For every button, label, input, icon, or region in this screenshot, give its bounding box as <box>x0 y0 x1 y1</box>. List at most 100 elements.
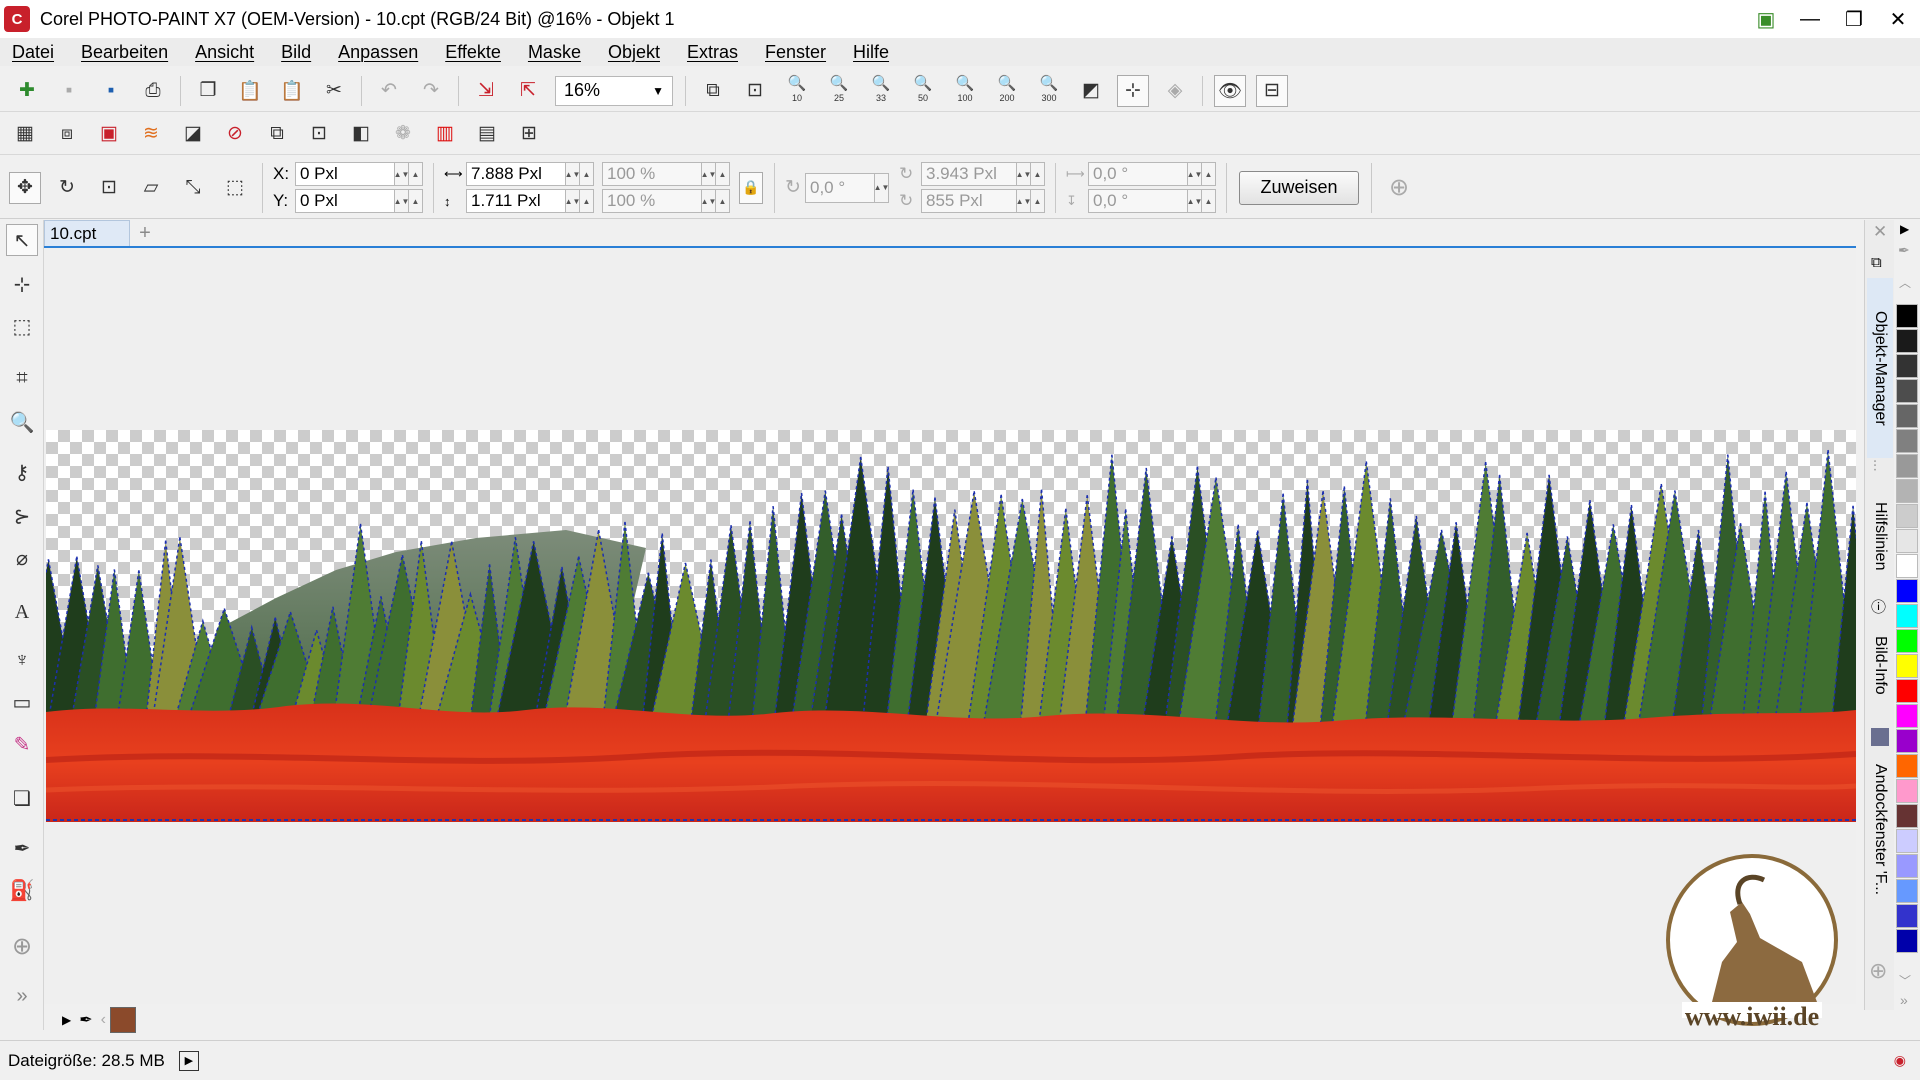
center-y-spinner[interactable]: ▲▼ <box>1016 189 1031 213</box>
palette-swatch[interactable] <box>1896 529 1918 553</box>
zoom-100-icon[interactable]: 🔍 100 <box>949 75 981 107</box>
expand-palette-icon[interactable]: » <box>1900 992 1908 1008</box>
docker-tab-hilfslinien[interactable]: Hilfslinien <box>1867 482 1893 590</box>
rotate-icon[interactable]: ↻ <box>51 172 83 204</box>
palette-swatch[interactable] <box>1896 579 1918 603</box>
palette-swatch[interactable] <box>1896 404 1918 428</box>
zoom-tool-icon[interactable]: 🔍 <box>6 406 38 438</box>
object-properties-icon[interactable]: ▤ <box>471 118 503 150</box>
mask-transform-tool-icon[interactable]: ⊹ <box>6 268 38 300</box>
palette-swatch[interactable] <box>1896 604 1918 628</box>
skew-v-spinner-up[interactable]: ▲ <box>1202 189 1216 213</box>
scale-height-input[interactable]: 100 % <box>602 189 702 213</box>
crop-tool-icon[interactable]: ⌗ <box>6 362 38 394</box>
palette-swatch[interactable] <box>1896 879 1918 903</box>
rectangle-tool-icon[interactable]: ▭ <box>6 686 38 718</box>
invert-mask-icon[interactable]: ◪ <box>177 118 209 150</box>
red-eye-tool-icon[interactable]: ⚷ <box>6 456 38 488</box>
perspective-icon[interactable]: ⬚ <box>219 172 251 204</box>
mask-transform-icon[interactable]: ⧈ <box>51 118 83 150</box>
menu-anpassen[interactable]: Anpassen <box>338 42 418 63</box>
palette-swatch[interactable] <box>1896 629 1918 653</box>
mask-layer-icon[interactable]: ≋ <box>135 118 167 150</box>
align-icon[interactable]: ⊞ <box>513 118 545 150</box>
palette-swatch[interactable] <box>1896 654 1918 678</box>
brush-tool-icon[interactable]: ♆ <box>6 644 38 676</box>
show-mask-icon[interactable]: 👁 <box>1214 74 1246 107</box>
palette-swatch[interactable] <box>1896 429 1918 453</box>
center-x-spinner[interactable]: ▲▼ <box>1016 162 1031 186</box>
status-play-icon[interactable]: ▶ <box>178 1050 199 1071</box>
palette-swatch[interactable] <box>1896 379 1918 403</box>
smear-tool-icon[interactable]: ⊱ <box>6 500 38 532</box>
eraser-tool-icon[interactable]: ⌀ <box>6 542 38 574</box>
print-icon[interactable]: ⎙ <box>137 75 169 107</box>
histogram-icon[interactable]: ◩ <box>1075 75 1107 107</box>
width-spinner-up[interactable]: ▲ <box>580 162 594 186</box>
docker-tab-andockfenster[interactable]: Andockfenster 'F... <box>1867 750 1893 910</box>
height-input[interactable]: 1.711 Pxl <box>466 189 566 213</box>
palette-swatch[interactable] <box>1896 679 1918 703</box>
color-balance-icon[interactable]: ▥ <box>429 118 461 150</box>
zoom-200-icon[interactable]: 🔍 200 <box>991 75 1023 107</box>
rectangle-mask-tool-icon[interactable]: ⬚ <box>6 310 38 342</box>
marquee-visible-icon[interactable]: ⊹ <box>1117 74 1149 107</box>
palette-swatch[interactable] <box>1896 729 1918 753</box>
width-input[interactable]: 7.888 Pxl <box>466 162 566 186</box>
scroll-down-icon[interactable]: ﹀ <box>1899 972 1911 989</box>
center-x-spinner-up[interactable]: ▲ <box>1031 162 1045 186</box>
document-tab[interactable]: 10.cpt <box>44 220 130 246</box>
undo-icon[interactable]: ↶ <box>373 75 405 107</box>
import-icon[interactable]: ⇲ <box>470 75 502 107</box>
menu-ansicht[interactable]: Ansicht <box>195 42 254 63</box>
x-spinner-up[interactable]: ▲ <box>409 162 423 186</box>
eyedropper-icon[interactable]: ✒ <box>79 1010 92 1030</box>
palette-swatch[interactable] <box>1896 329 1918 353</box>
eyedropper-palette-icon[interactable]: ✒ <box>1898 242 1910 259</box>
zoom-fit-icon[interactable]: ⊡ <box>739 75 771 107</box>
mask-color-icon[interactable]: ▣ <box>93 118 125 150</box>
show-object-icon[interactable]: ⊟ <box>1256 74 1288 107</box>
skew-h-input[interactable]: 0,0 ° <box>1088 162 1188 186</box>
pick-tool-icon[interactable]: ↖ <box>6 224 38 256</box>
center-y-input[interactable]: 855 Pxl <box>921 189 1017 213</box>
assign-button[interactable]: Zuweisen <box>1239 170 1359 205</box>
palette-swatch[interactable] <box>1896 704 1918 728</box>
copy-icon[interactable]: ❐ <box>192 75 224 107</box>
height-spinner-up[interactable]: ▲ <box>580 189 594 213</box>
crop-mask-icon[interactable]: ⊡ <box>303 118 335 150</box>
zoom-50-icon[interactable]: 🔍 50 <box>907 75 939 107</box>
add-docker-icon[interactable]: ⊕ <box>1869 958 1887 984</box>
redo-icon[interactable]: ↷ <box>415 75 447 107</box>
zoom-10-icon[interactable]: 🔍 10 <box>781 75 813 107</box>
scale-icon[interactable]: ⊡ <box>93 172 125 204</box>
play-icon[interactable]: ▶ <box>62 1013 71 1027</box>
rotation-input[interactable]: 0,0 ° <box>805 172 875 203</box>
y-spinner-up[interactable]: ▲ <box>409 189 423 213</box>
paste-icon[interactable]: 📋 <box>234 75 266 107</box>
palette-swatch[interactable] <box>1896 754 1918 778</box>
y-spinner[interactable]: ▲▼ <box>394 189 409 213</box>
y-position-input[interactable]: 0 Pxl <box>295 189 395 213</box>
height-spinner[interactable]: ▲▼ <box>565 189 580 213</box>
minimize-button[interactable]: — <box>1788 0 1832 38</box>
object-mask-icon[interactable]: ⧉ <box>261 118 293 150</box>
menu-extras[interactable]: Extras <box>687 42 738 63</box>
zoom-to-window-icon[interactable]: ⧉ <box>697 75 729 107</box>
zoom-25-icon[interactable]: 🔍 25 <box>823 75 855 107</box>
palette-swatch[interactable] <box>1896 854 1918 878</box>
image-canvas[interactable] <box>46 430 1856 822</box>
palette-swatch[interactable] <box>1896 804 1918 828</box>
scale-height-spinner[interactable]: ▲▼ <box>701 189 716 213</box>
zoom-300-icon[interactable]: 🔍 300 <box>1033 75 1065 107</box>
menu-maske[interactable]: Maske <box>528 42 581 63</box>
palette-swatch[interactable] <box>1896 354 1918 378</box>
scroll-up-icon[interactable]: ︿ <box>1899 274 1911 291</box>
menu-bild[interactable]: Bild <box>281 42 311 63</box>
new-tab-icon[interactable]: + <box>132 220 158 246</box>
new-file-icon[interactable]: ✚ <box>11 75 43 107</box>
eyedropper-tool-icon[interactable]: ✒ <box>6 832 38 864</box>
add-plus-icon[interactable]: ⊕ <box>1383 172 1415 204</box>
zoom-dropdown[interactable]: 16% ▼ <box>555 75 673 106</box>
skew-v-spinner[interactable]: ▲▼ <box>1187 189 1202 213</box>
